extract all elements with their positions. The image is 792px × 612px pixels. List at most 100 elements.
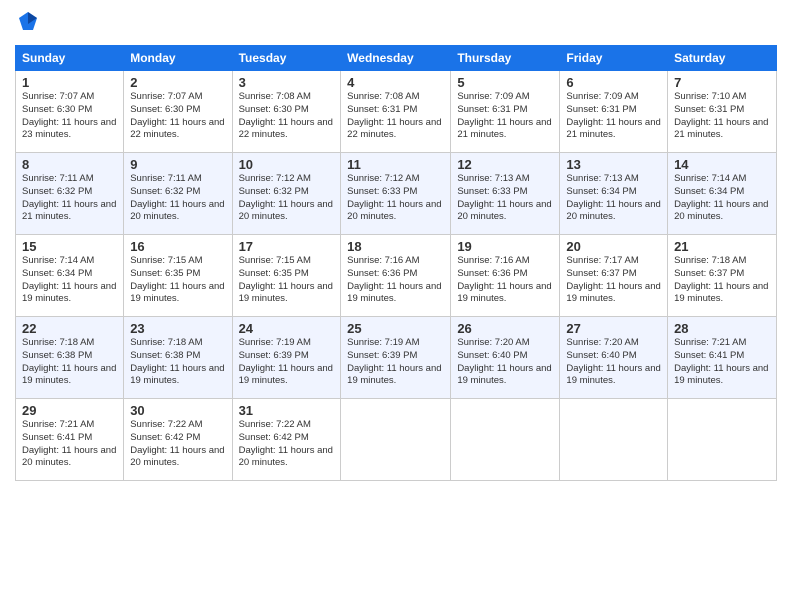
cell-sunset: Sunset: 6:32 PM xyxy=(239,186,309,197)
cell-sunrise: Sunrise: 7:11 AM xyxy=(130,173,202,184)
day-of-week-header: Thursday xyxy=(451,46,560,71)
cell-sunrise: Sunrise: 7:16 AM xyxy=(347,255,419,266)
day-number: 19 xyxy=(457,239,553,254)
calendar-cell: 11Sunrise: 7:12 AM Sunset: 6:33 PM Dayligh… xyxy=(341,153,451,235)
cell-sunset: Sunset: 6:33 PM xyxy=(347,186,417,197)
calendar-week-row: 15Sunrise: 7:14 AMSunset: 6:34 PMDayligh… xyxy=(16,235,777,317)
cell-daylight: Daylight: 11 hours and 23 minutes. xyxy=(22,117,116,141)
day-number: 10 xyxy=(239,157,335,172)
cell-sunset: Sunset: 6:39 PM xyxy=(239,350,309,361)
cell-daylight: Daylight: 11 hours and 19 minutes. xyxy=(130,363,224,387)
cell-sunset: Sunset: 6:41 PM xyxy=(22,432,92,443)
calendar-cell: 3Sunrise: 7:08 AMSunset: 6:30 PMDaylight… xyxy=(232,71,341,153)
cell-sunrise: Sunrise: 7:08 AM xyxy=(239,91,311,102)
day-number: 29 xyxy=(22,403,117,418)
cell-sunrise: Sunrise: 7:22 AM xyxy=(130,419,202,430)
day-number: 31 xyxy=(239,403,335,418)
cell-daylight: Daylight: 11 hours and 19 minutes. xyxy=(130,281,224,305)
day-of-week-header: Wednesday xyxy=(341,46,451,71)
calendar-cell: 18Sunrise: 7:16 AMSunset: 6:36 PMDayligh… xyxy=(341,235,451,317)
cell-sunrise: Sunrise: 7:18 AM xyxy=(130,337,202,348)
day-number: 28 xyxy=(674,321,770,336)
calendar-cell: 23Sunrise: 7:18 AMSunset: 6:38 PMDayligh… xyxy=(124,317,232,399)
calendar-cell: 4Sunrise: 7:08 AMSunset: 6:31 PMDaylight… xyxy=(341,71,451,153)
cell-daylight: Daylight: 11 hours and 22 minutes. xyxy=(239,117,333,141)
day-number: 11 xyxy=(347,157,444,172)
cell-daylight: Daylight: 11 hours and 19 minutes. xyxy=(457,363,551,387)
day-of-week-header: Monday xyxy=(124,46,232,71)
cell-sunrise: Sunrise: 7:07 AM xyxy=(22,91,94,102)
cell-sunrise: Sunrise: 7:14 AM xyxy=(22,255,94,266)
cell-sunset: Sunset: 6:37 PM xyxy=(566,268,636,279)
calendar-cell: 15Sunrise: 7:14 AMSunset: 6:34 PMDayligh… xyxy=(16,235,124,317)
calendar-cell: 8Sunrise: 7:11 AMSunset: 6:32 PMDaylight… xyxy=(16,153,124,235)
cell-sunset: Sunset: 6:31 PM xyxy=(457,104,527,115)
cell-sunrise: Sunrise: 7:21 AM xyxy=(674,337,746,348)
calendar-cell: 26Sunrise: 7:20 AMSunset: 6:40 PMDayligh… xyxy=(451,317,560,399)
calendar-cell: 12Sunrise: 7:13 AMSunset: 6:33 PMDayligh… xyxy=(451,153,560,235)
cell-daylight: Daylight: 11 hours and 20 minutes. xyxy=(239,445,333,469)
calendar-cell: 6Sunrise: 7:09 AMSunset: 6:31 PMDaylight… xyxy=(560,71,668,153)
cell-daylight: Daylight: 11 hours and 19 minutes. xyxy=(22,363,116,387)
day-number: 6 xyxy=(566,75,661,90)
day-number: 9 xyxy=(130,157,225,172)
day-number: 26 xyxy=(457,321,553,336)
cell-daylight: Daylight: 11 hours and 20 minutes. xyxy=(566,199,660,223)
cell-sunrise: Sunrise: 7:18 AM xyxy=(22,337,94,348)
cell-daylight: Daylight: 11 hours and 19 minutes. xyxy=(239,281,333,305)
cell-daylight: Daylight: 11 hours and 21 minutes. xyxy=(674,117,768,141)
cell-sunrise: Sunrise: 7:08 AM xyxy=(347,91,419,102)
cell-daylight: Daylight: 11 hours and 19 minutes. xyxy=(22,281,116,305)
header-row xyxy=(15,10,777,37)
cell-sunset: Sunset: 6:38 PM xyxy=(22,350,92,361)
cell-sunset: Sunset: 6:42 PM xyxy=(239,432,309,443)
calendar-cell: 9Sunrise: 7:11 AM Sunset: 6:32 PM Daylight… xyxy=(124,153,232,235)
cell-sunset: Sunset: 6:38 PM xyxy=(130,350,200,361)
calendar-cell: 29Sunrise: 7:21 AMSunset: 6:41 PMDayligh… xyxy=(16,399,124,481)
cell-sunset: Sunset: 6:30 PM xyxy=(130,104,200,115)
day-number: 27 xyxy=(566,321,661,336)
day-number: 2 xyxy=(130,75,225,90)
calendar-cell xyxy=(341,399,451,481)
cell-sunrise: Sunrise: 7:11 AM xyxy=(22,173,94,184)
cell-sunrise: Sunrise: 7:12 AM xyxy=(347,173,419,184)
calendar-cell: 25Sunrise: 7:19 AMSunset: 6:39 PMDayligh… xyxy=(341,317,451,399)
cell-sunset: Sunset: 6:41 PM xyxy=(674,350,744,361)
day-number: 12 xyxy=(457,157,553,172)
day-of-week-header: Sunday xyxy=(16,46,124,71)
cell-sunrise: Sunrise: 7:12 AM xyxy=(239,173,311,184)
cell-sunset: Sunset: 6:32 PM xyxy=(130,186,200,197)
calendar-cell: 14Sunrise: 7:14 AMSunset: 6:34 PMDayligh… xyxy=(668,153,777,235)
cell-daylight: Daylight: 11 hours and 20 minutes. xyxy=(130,445,224,469)
cell-daylight: Daylight: 11 hours and 19 minutes. xyxy=(566,363,660,387)
day-number: 21 xyxy=(674,239,770,254)
cell-sunset: Sunset: 6:35 PM xyxy=(130,268,200,279)
day-number: 8 xyxy=(22,157,117,172)
day-number: 5 xyxy=(457,75,553,90)
cell-sunset: Sunset: 6:34 PM xyxy=(566,186,636,197)
cell-sunset: Sunset: 6:31 PM xyxy=(566,104,636,115)
calendar-cell: 16Sunrise: 7:15 AMSunset: 6:35 PMDayligh… xyxy=(124,235,232,317)
cell-daylight: Daylight: 11 hours and 20 minutes. xyxy=(22,445,116,469)
cell-sunset: Sunset: 6:34 PM xyxy=(22,268,92,279)
logo-icon xyxy=(17,10,39,32)
calendar-cell xyxy=(668,399,777,481)
cell-daylight: Daylight: 11 hours and 20 minutes. xyxy=(130,199,224,223)
cell-sunset: Sunset: 6:31 PM xyxy=(347,104,417,115)
calendar-week-row: 1Sunrise: 7:07 AM Sunset: 6:30 PM Daylight… xyxy=(16,71,777,153)
cell-daylight: Daylight: 11 hours and 20 minutes. xyxy=(347,199,441,223)
day-number: 16 xyxy=(130,239,225,254)
cell-sunset: Sunset: 6:40 PM xyxy=(457,350,527,361)
calendar-cell: 30Sunrise: 7:22 AMSunset: 6:42 PMDayligh… xyxy=(124,399,232,481)
day-number: 1 xyxy=(22,75,117,90)
cell-sunset: Sunset: 6:42 PM xyxy=(130,432,200,443)
calendar-cell xyxy=(560,399,668,481)
calendar-cell: 22Sunrise: 7:18 AMSunset: 6:38 PMDayligh… xyxy=(16,317,124,399)
cell-daylight: Daylight: 11 hours and 22 minutes. xyxy=(130,117,224,141)
calendar-cell: 24Sunrise: 7:19 AMSunset: 6:39 PMDayligh… xyxy=(232,317,341,399)
calendar-cell: 17Sunrise: 7:15 AMSunset: 6:35 PMDayligh… xyxy=(232,235,341,317)
cell-sunset: Sunset: 6:31 PM xyxy=(674,104,744,115)
day-number: 14 xyxy=(674,157,770,172)
calendar-week-row: 22Sunrise: 7:18 AMSunset: 6:38 PMDayligh… xyxy=(16,317,777,399)
cell-sunrise: Sunrise: 7:19 AM xyxy=(347,337,419,348)
